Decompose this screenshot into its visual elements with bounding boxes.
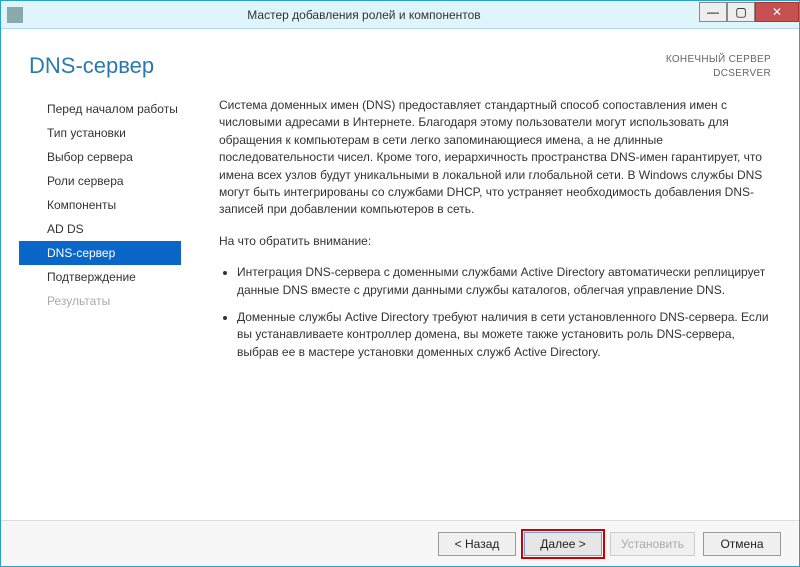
note-item: Интеграция DNS-сервера с доменными служб… [237, 264, 771, 299]
description-text: Система доменных имен (DNS) предоставляе… [219, 97, 771, 219]
nav-server-selection[interactable]: Выбор сервера [19, 145, 181, 169]
notes-list: Интеграция DNS-сервера с доменными служб… [219, 264, 771, 361]
nav-confirmation[interactable]: Подтверждение [19, 265, 181, 289]
wizard-window: Мастер добавления ролей и компонентов — … [0, 0, 800, 567]
window-controls: — ▢ ✕ [699, 1, 799, 28]
note-item: Доменные службы Active Directory требуют… [237, 309, 771, 361]
titlebar: Мастер добавления ролей и компонентов — … [1, 1, 799, 29]
header: DNS-сервер КОНЕЧНЫЙ СЕРВЕР DCSERVER [1, 29, 799, 91]
window-title: Мастер добавления ролей и компонентов [29, 8, 699, 22]
destination-value: DCSERVER [666, 67, 771, 81]
nav-results: Результаты [19, 289, 181, 313]
content-pane: Система доменных имен (DNS) предоставляе… [181, 91, 779, 520]
footer: < Назад Далее > Установить Отмена [1, 520, 799, 566]
app-icon [7, 7, 23, 23]
close-button[interactable]: ✕ [755, 2, 799, 22]
notes-heading: На что обратить внимание: [219, 233, 771, 250]
cancel-button[interactable]: Отмена [703, 532, 781, 556]
nav-server-roles[interactable]: Роли сервера [19, 169, 181, 193]
destination-server: КОНЕЧНЫЙ СЕРВЕР DCSERVER [666, 53, 771, 81]
nav-ad-ds[interactable]: AD DS [19, 217, 181, 241]
back-button[interactable]: < Назад [438, 532, 516, 556]
nav-features[interactable]: Компоненты [19, 193, 181, 217]
nav-before-you-begin[interactable]: Перед началом работы [19, 97, 181, 121]
page-title: DNS-сервер [29, 53, 666, 79]
nav-install-type[interactable]: Тип установки [19, 121, 181, 145]
body: Перед началом работы Тип установки Выбор… [1, 91, 799, 520]
destination-label: КОНЕЧНЫЙ СЕРВЕР [666, 53, 771, 67]
maximize-button[interactable]: ▢ [727, 2, 755, 22]
wizard-nav: Перед началом работы Тип установки Выбор… [1, 91, 181, 520]
next-button[interactable]: Далее > [524, 532, 602, 556]
minimize-button[interactable]: — [699, 2, 727, 22]
nav-dns-server[interactable]: DNS-сервер [19, 241, 181, 265]
install-button: Установить [610, 532, 695, 556]
